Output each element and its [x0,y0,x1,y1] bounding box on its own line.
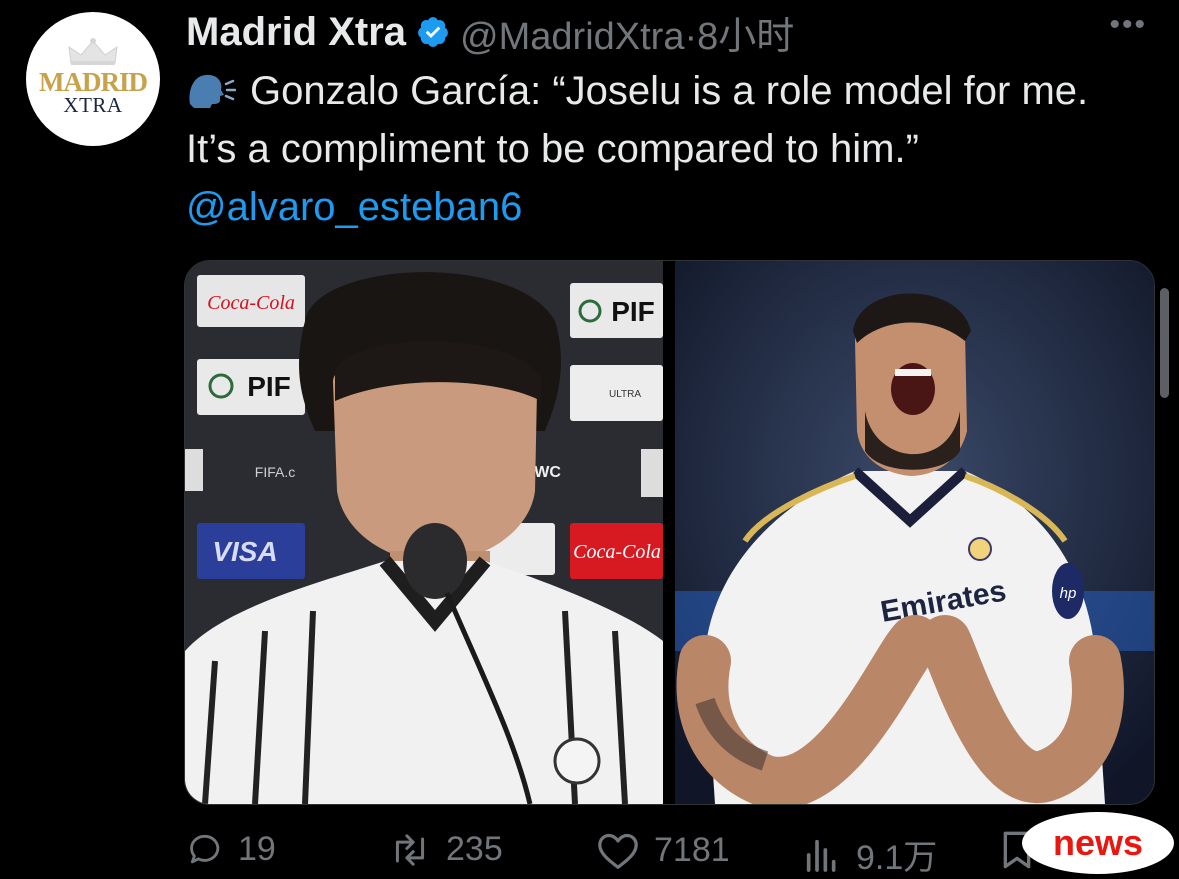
more-options-icon[interactable]: ••• [1109,8,1147,42]
media-photo-celebration[interactable]: Emirates hp [675,261,1154,804]
author-handle-time[interactable]: @MadridXtra·8小时 [460,5,794,60]
repost-count: 235 [446,830,503,868]
tweet-media[interactable]: Coca-Cola PIF PIF ULTRA #FIFACWC FIFA.c … [184,260,1155,805]
tweet-text: Gonzalo García: “Joselu is a role model … [186,62,1146,236]
ultra-logo: ULTRA [609,389,641,400]
verified-badge-icon[interactable] [416,15,450,49]
press-conference-image: Coca-Cola PIF PIF ULTRA #FIFACWC FIFA.c … [185,261,663,804]
fifa-web-text: FIFA.c [255,464,295,480]
tweet-body: Gonzalo García: “Joselu is a role model … [186,69,1089,171]
views-count: 9.1万 [856,839,938,877]
cocacola-logo-2: Coca-Cola [573,541,661,563]
views-button[interactable]: 9.1万 [802,830,937,879]
like-count: 7181 [654,830,730,869]
repost-icon [395,833,425,866]
avatar-brand-madrid: MADRID [39,67,148,97]
cocacola-logo: Coca-Cola [207,292,295,314]
avatar-brand-xtra: XTRA [63,93,123,117]
reply-button[interactable]: 19 [186,830,276,869]
reply-icon [190,834,220,863]
repost-button[interactable]: 235 [388,830,503,869]
celebration-image: Emirates hp [675,261,1154,804]
reply-count: 19 [238,830,276,868]
pif-logo-right: PIF [611,296,655,327]
account-avatar[interactable]: MADRID XTRA [26,12,160,146]
speaking-head-emoji-icon [189,74,236,108]
crown-icon [68,38,118,65]
media-photo-press-conference[interactable]: Coca-Cola PIF PIF ULTRA #FIFACWC FIFA.c … [185,261,663,804]
pif-logo-left: PIF [247,371,291,402]
scrollbar-thumb[interactable] [1160,288,1169,398]
mention-link[interactable]: @alvaro_esteban6 [186,178,1146,236]
heart-icon [598,833,638,869]
sleeve-logo: hp [1060,585,1077,602]
tweet-header: Madrid Xtra @MadridXtra·8小时 ••• [186,6,1159,58]
news-watermark-badge: news [1022,812,1174,874]
analytics-icon [806,839,836,872]
like-button[interactable]: 7181 [596,830,730,870]
visa-logo: VISA [212,536,277,567]
author-name[interactable]: Madrid Xtra [186,10,406,55]
